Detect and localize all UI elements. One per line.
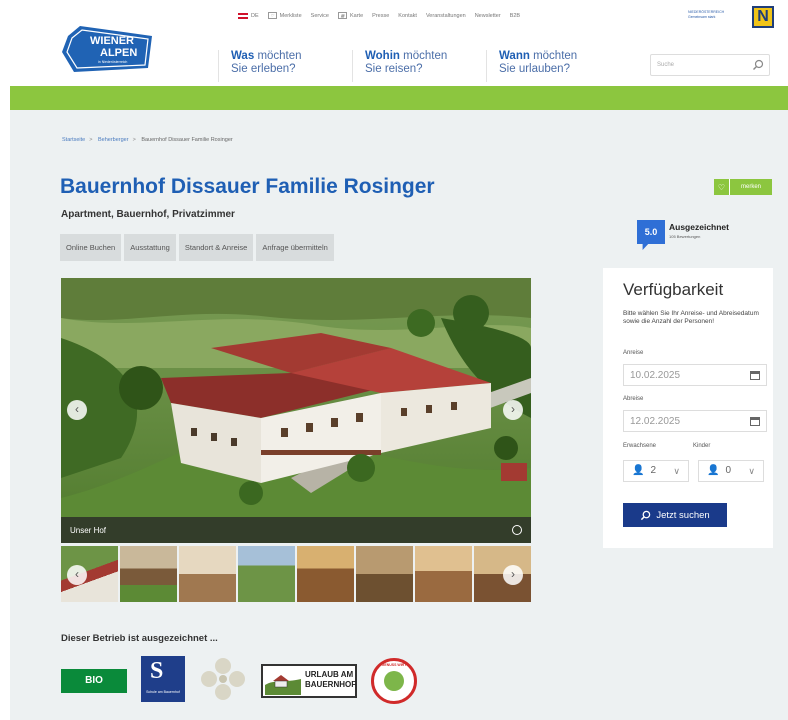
children-label: Kinder: [693, 443, 711, 449]
nav-wann[interactable]: Wann möchten Sie urlauben?: [486, 50, 620, 82]
logo-text-wiener: WIENER: [90, 35, 134, 47]
thumbnail-7[interactable]: [415, 546, 472, 602]
util-link-karte[interactable]: ▦ Karte: [338, 12, 363, 19]
tab-standort[interactable]: Standort & Anreise: [178, 234, 254, 261]
arrival-label: Anreise: [623, 350, 644, 356]
urlaub-am-bauernhof-logo[interactable]: URLAUB AM BAUERNHOF: [261, 664, 357, 698]
breadcrumb-beherberger[interactable]: Beherberger: [98, 137, 129, 143]
logo-text-alpen: ALPEN: [100, 47, 137, 59]
tab-online-buchen[interactable]: Online Buchen: [60, 234, 122, 261]
calendar-icon: [750, 417, 760, 426]
search-input[interactable]: Suche: [650, 54, 770, 76]
person-icon: 👤: [632, 465, 645, 476]
search-availability-button[interactable]: Jetzt suchen: [623, 503, 727, 527]
util-link-presse[interactable]: Presse: [372, 13, 389, 19]
property-tabs: Online Buchen Ausstattung Standort & Anr…: [60, 234, 334, 261]
gallery-next-arrow[interactable]: ›: [503, 400, 523, 420]
farmhouse-photo: [61, 278, 531, 543]
arrival-date-field[interactable]: 10.02.2025: [623, 364, 767, 386]
main-photo[interactable]: [61, 278, 531, 543]
photo-caption: Unser Hof: [70, 525, 107, 535]
breadcrumb: Startseite > Beherberger > Bauernhof Dissa…: [62, 137, 233, 143]
niederoesterreich-logo[interactable]: NIEDERÖSTERREICH Gemeinsam stark N: [688, 6, 774, 28]
availability-title: Verfügbarkeit: [623, 280, 724, 299]
breadcrumb-home[interactable]: Startseite: [62, 137, 85, 143]
thumbnail-4[interactable]: [238, 546, 295, 602]
rating-count: 105 Bewertungen: [669, 234, 701, 239]
tab-anfrage[interactable]: Anfrage übermitteln: [256, 234, 334, 261]
util-link-service[interactable]: Service: [311, 13, 329, 19]
utility-nav: DE ♡ Merkliste Service ▦ Karte Presse Kont…: [238, 12, 520, 19]
main-nav: Was möchten Sie erleben? Wohin möchten S…: [218, 50, 620, 82]
util-link-kontakt[interactable]: Kontakt: [398, 13, 417, 19]
map-icon: ▦: [338, 12, 347, 19]
chevron-down-icon: ∨: [673, 466, 680, 476]
nav-wohin[interactable]: Wohin möchten Sie reisen?: [352, 50, 486, 82]
urlaub-text-line2: BAUERNHOF: [305, 680, 357, 689]
flower-logo[interactable]: [200, 657, 246, 701]
wiener-alpen-logo[interactable]: WIENER ALPEN in Niederösterreich: [60, 22, 156, 74]
bookmark-icon: ♡: [267, 12, 277, 19]
thumbnail-5[interactable]: [297, 546, 354, 602]
green-divider-bar: [10, 86, 788, 110]
gallery-prev-arrow[interactable]: ‹: [67, 400, 87, 420]
chevron-down-icon: ∨: [748, 466, 755, 476]
merken-button[interactable]: ♡ merken: [714, 179, 772, 195]
thumbs-next-arrow[interactable]: ›: [503, 565, 523, 585]
urlaub-text-line1: URLAUB AM: [305, 670, 354, 679]
util-link-language[interactable]: DE: [238, 12, 259, 19]
adults-select[interactable]: 👤 2 ∨: [623, 460, 689, 482]
bio-badge[interactable]: BIO: [61, 669, 127, 693]
search-icon[interactable]: [752, 59, 764, 71]
children-select[interactable]: 👤 0 ∨: [698, 460, 764, 482]
noe-n-icon: N: [752, 6, 774, 28]
thumbnail-3[interactable]: [179, 546, 236, 602]
util-link-veranstaltungen[interactable]: Veranstaltungen: [426, 13, 466, 19]
thumbs-prev-arrow[interactable]: ‹: [67, 565, 87, 585]
search-icon: [641, 510, 651, 520]
fullscreen-icon[interactable]: [512, 525, 522, 535]
flag-icon: [238, 12, 248, 19]
logo-text-sub: in Niederösterreich: [98, 60, 127, 64]
thumbnail-strip: [61, 546, 531, 602]
person-icon: 👤: [707, 465, 720, 476]
breadcrumb-current: Bauernhof Dissauer Familie Rosinger: [141, 137, 233, 143]
thumbnail-2[interactable]: [120, 546, 177, 602]
genuss-wirt-seal[interactable]: GENUSS WIRT: [371, 658, 417, 704]
calendar-icon: [750, 371, 760, 380]
heart-icon: ♡: [714, 179, 730, 195]
awards-heading: Dieser Betrieb ist ausgezeichnet ...: [61, 633, 218, 644]
farm-landscape-icon: [265, 667, 301, 695]
util-link-newsletter[interactable]: Newsletter: [475, 13, 501, 19]
adults-label: Erwachsene: [623, 443, 657, 449]
property-type: Apartment, Bauernhof, Privatzimmer: [61, 209, 235, 220]
seal-center-icon: [384, 671, 404, 691]
site-header: WIENER ALPEN in Niederösterreich DE ♡ Mer…: [0, 0, 788, 86]
thumbnail-6[interactable]: [356, 546, 413, 602]
availability-hint: Bitte wählen Sie Ihr Anreise- und Abreis…: [623, 310, 759, 325]
nav-was[interactable]: Was möchten Sie erleben?: [218, 50, 352, 82]
util-link-b2b[interactable]: B2B: [510, 13, 520, 19]
schule-am-bauernhof-logo[interactable]: S Schule am Bauernhof: [141, 656, 185, 702]
noe-logo-line2: Gemeinsam stark: [688, 15, 716, 19]
util-link-merkliste[interactable]: ♡ Merkliste: [267, 12, 302, 19]
tab-ausstattung[interactable]: Ausstattung: [124, 234, 176, 261]
rating-label: Ausgezeichnet: [669, 222, 729, 232]
departure-date-field[interactable]: 12.02.2025: [623, 410, 767, 432]
page-title: Bauernhof Dissauer Familie Rosinger: [60, 175, 435, 198]
departure-label: Abreise: [623, 396, 644, 402]
photo-caption-bar: Unser Hof: [61, 517, 531, 543]
